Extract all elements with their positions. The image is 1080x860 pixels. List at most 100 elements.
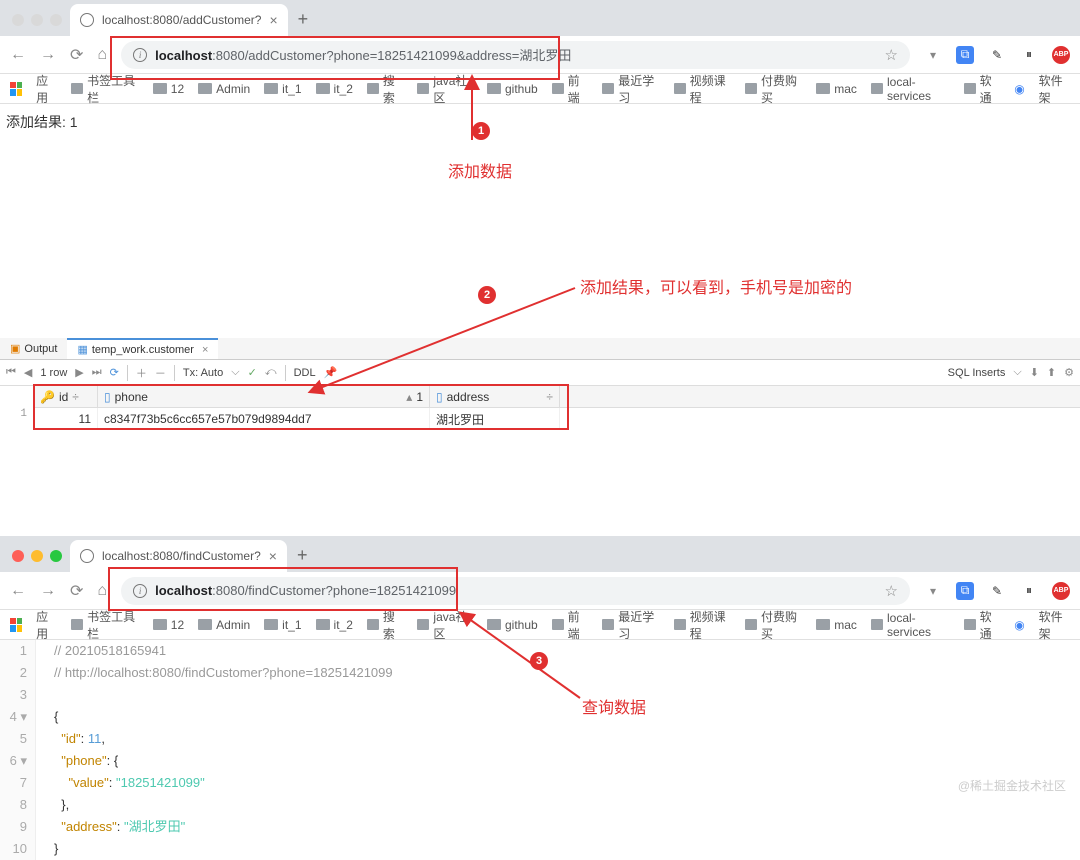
new-tab-button[interactable]: + — [288, 9, 319, 36]
bookmark-item[interactable]: 搜索 — [367, 72, 404, 106]
upload-button[interactable]: ⬆ — [1047, 366, 1056, 379]
ext-icon[interactable]: ✎ — [988, 582, 1006, 600]
remove-button[interactable]: － — [155, 365, 166, 381]
bookmark-item[interactable]: 前端 — [552, 72, 589, 106]
bookmark-item[interactable]: Admin — [198, 82, 250, 96]
label-1: 添加数据 — [448, 158, 512, 182]
rollback-button[interactable]: ⤺ — [265, 366, 277, 379]
home-button[interactable]: ⌂ — [97, 582, 107, 600]
last-button[interactable]: ⏭ — [92, 366, 102, 379]
min-dot[interactable] — [31, 550, 43, 562]
bookmark-item[interactable]: 书签工具栏 — [71, 72, 139, 106]
new-tab-button[interactable]: + — [287, 545, 318, 572]
url-bar[interactable]: i localhost:8080/findCustomer?phone=1825… — [121, 577, 910, 605]
back-button[interactable]: ← — [10, 46, 26, 64]
sql-inserts[interactable]: SQL Inserts — [948, 367, 1006, 379]
bookmark-item[interactable]: Admin — [198, 618, 250, 632]
cell-address: 湖北罗田 — [430, 408, 560, 430]
apps-label[interactable]: 应用 — [36, 608, 57, 642]
tab-title: localhost:8080/findCustomer? — [102, 549, 261, 563]
settings-button[interactable]: ⚙ — [1064, 366, 1074, 379]
close-icon[interactable]: × — [269, 548, 277, 564]
bookmark-item[interactable]: 搜索 — [367, 608, 404, 642]
star-icon[interactable]: ☆ — [885, 582, 898, 600]
bookmark-item[interactable]: 软通 — [964, 72, 1001, 106]
col-phone[interactable]: phone — [115, 390, 148, 404]
bookmark-item[interactable]: it_2 — [316, 618, 353, 632]
reload-button[interactable]: ⟳ — [70, 45, 83, 65]
bookmark-item[interactable]: mac — [816, 618, 857, 632]
bookmark-item[interactable]: 软件架 — [1039, 72, 1070, 106]
ext-icon[interactable]: ▾ — [924, 582, 942, 600]
apps-icon[interactable] — [10, 82, 22, 96]
bookmark-item[interactable]: 12 — [153, 82, 184, 96]
bookmark-item[interactable]: 软通 — [964, 608, 1001, 642]
ext-icon[interactable]: ⧉ — [956, 582, 974, 600]
table-row[interactable]: 11 c8347f73b5c6cc657e57b079d9894dd7 湖北罗田 — [34, 408, 1080, 430]
refresh-button[interactable]: ⟳ — [110, 366, 119, 379]
url-bar[interactable]: i localhost:8080/addCustomer?phone=18251… — [121, 41, 910, 69]
bookmark-item[interactable]: local-services — [871, 75, 950, 103]
bookmark-item[interactable]: ◉ — [1014, 82, 1024, 96]
col-id[interactable]: id — [59, 390, 68, 404]
close-icon[interactable]: × — [269, 12, 277, 28]
arrow-2 — [310, 285, 580, 398]
max-dot[interactable] — [50, 550, 62, 562]
bookmark-item[interactable]: 12 — [153, 618, 184, 632]
info-icon[interactable]: i — [133, 48, 147, 62]
table-tab[interactable]: ▦temp_work.customer× — [67, 338, 218, 359]
bookmark-item[interactable]: 软件架 — [1039, 608, 1070, 642]
forward-button[interactable]: → — [40, 582, 56, 600]
abp-icon[interactable]: ABP — [1052, 582, 1070, 600]
bookmark-item[interactable]: 付费购买 — [745, 72, 802, 106]
tx-label[interactable]: Tx: Auto — [183, 367, 223, 379]
browser-top: localhost:8080/addCustomer? × + ← → ⟳ ⌂ … — [0, 0, 1080, 140]
bookmark-item[interactable]: 付费购买 — [745, 608, 802, 642]
min-dot[interactable] — [31, 14, 43, 26]
bookmark-item[interactable]: 最近学习 — [602, 608, 659, 642]
max-dot[interactable] — [50, 14, 62, 26]
prev-button[interactable]: ◀ — [24, 366, 32, 379]
bookmark-item[interactable]: mac — [816, 82, 857, 96]
window-controls — [8, 550, 70, 572]
add-button[interactable]: ＋ — [136, 365, 147, 381]
bookmark-item[interactable]: 书签工具栏 — [71, 608, 139, 642]
info-icon[interactable]: i — [133, 584, 147, 598]
home-button[interactable]: ⌂ — [97, 46, 107, 64]
apps-label[interactable]: 应用 — [36, 72, 57, 106]
bookmark-item[interactable]: it_1 — [264, 618, 301, 632]
bookmark-item[interactable]: ◉ — [1014, 618, 1024, 632]
window-controls — [8, 14, 70, 36]
close-dot[interactable] — [12, 14, 24, 26]
ext-icon[interactable]: ⏸ — [1020, 46, 1038, 64]
url-host: localhost — [155, 583, 212, 598]
abp-icon[interactable]: ABP — [1052, 46, 1070, 64]
star-icon[interactable]: ☆ — [885, 46, 898, 64]
globe-icon — [80, 13, 94, 27]
badge-1: 1 — [472, 122, 490, 140]
output-tab[interactable]: ▣Output — [0, 338, 67, 359]
browser-tab[interactable]: localhost:8080/findCustomer? × — [70, 540, 287, 572]
first-button[interactable]: ⏮ — [6, 366, 16, 379]
ext-icon[interactable]: ⏸ — [1020, 582, 1038, 600]
bookmark-item[interactable]: it_1 — [264, 82, 301, 96]
close-dot[interactable] — [12, 550, 24, 562]
bookmark-item[interactable]: it_2 — [316, 82, 353, 96]
bookmark-item[interactable]: 视频课程 — [674, 608, 731, 642]
browser-tab[interactable]: localhost:8080/addCustomer? × — [70, 4, 288, 36]
forward-button[interactable]: → — [40, 46, 56, 64]
reload-button[interactable]: ⟳ — [70, 581, 83, 601]
ext-icon[interactable]: ▾ — [924, 46, 942, 64]
bookmark-item[interactable]: 最近学习 — [602, 72, 659, 106]
page-content: 添加结果: 1 — [0, 104, 1080, 140]
next-button[interactable]: ▶ — [75, 366, 83, 379]
ext-icon[interactable]: ⧉ — [956, 46, 974, 64]
ext-icon[interactable]: ✎ — [988, 46, 1006, 64]
commit-button[interactable]: ✓ — [248, 366, 257, 379]
apps-icon[interactable] — [10, 618, 22, 632]
bookmark-item[interactable]: github — [487, 82, 538, 96]
back-button[interactable]: ← — [10, 582, 26, 600]
bookmark-item[interactable]: 视频课程 — [674, 72, 731, 106]
export-button[interactable]: ⬇ — [1030, 366, 1039, 379]
bookmark-item[interactable]: local-services — [871, 611, 950, 639]
